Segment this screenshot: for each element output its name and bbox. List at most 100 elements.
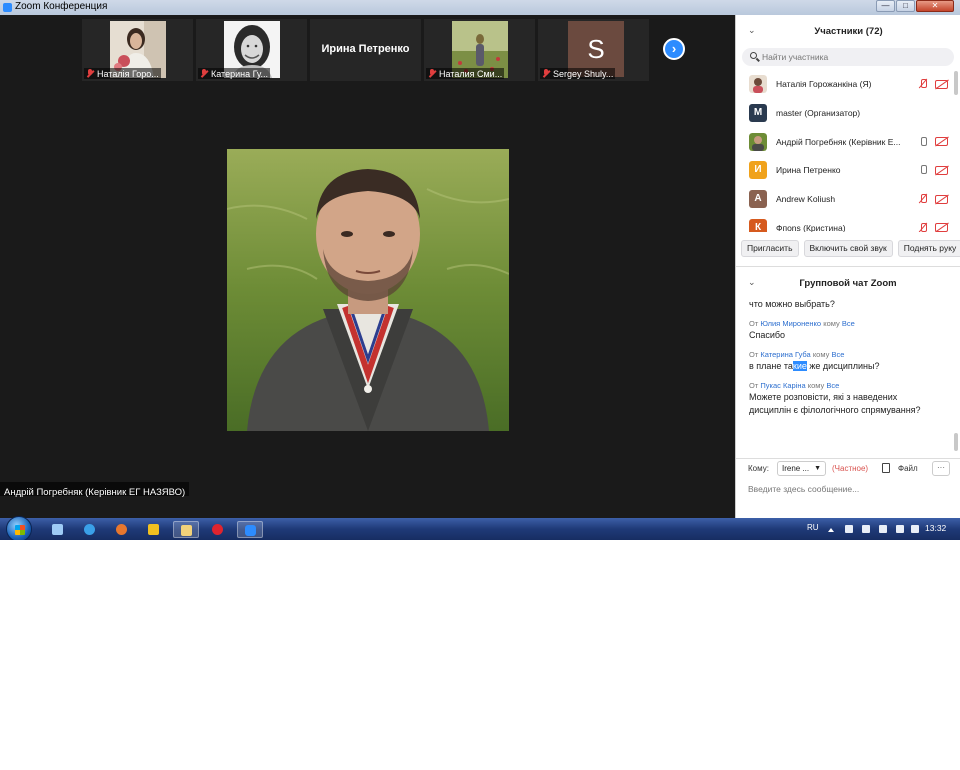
participant-row[interactable]: Наталія Горожанкіна (Я) bbox=[736, 70, 958, 99]
video-off-icon[interactable] bbox=[935, 79, 948, 89]
zoom-icon bbox=[245, 525, 256, 536]
flag-icon[interactable] bbox=[845, 525, 853, 533]
media-player-icon bbox=[148, 524, 159, 535]
video-area: Наталія Горо... Катерина Гу... Ирина Пет… bbox=[0, 15, 735, 518]
video-off-icon[interactable] bbox=[935, 137, 948, 147]
network-icon[interactable] bbox=[862, 525, 870, 533]
invite-button[interactable]: Пригласить bbox=[741, 240, 799, 257]
active-speaker-video bbox=[227, 149, 509, 431]
file-icon[interactable] bbox=[882, 463, 890, 473]
mic-muted-icon bbox=[542, 69, 550, 78]
taskbar-ie[interactable] bbox=[77, 521, 103, 538]
volume-icon[interactable] bbox=[911, 525, 919, 533]
unmute-button[interactable]: Включить свой звук bbox=[803, 240, 893, 257]
video-off-icon[interactable] bbox=[935, 223, 948, 232]
message-recipient[interactable]: Все bbox=[826, 381, 839, 390]
next-page-button[interactable]: › bbox=[663, 38, 685, 60]
message-text: Спасибо bbox=[749, 330, 786, 340]
participant-name: Фпоns (Кристина) bbox=[776, 222, 846, 232]
participant-row[interactable]: Андрій Погребняк (Керівник Е... bbox=[736, 128, 958, 157]
divider bbox=[736, 266, 960, 267]
close-button[interactable]: ✕ bbox=[916, 0, 954, 12]
video-thumbnail[interactable]: Наталія Горо... bbox=[82, 19, 193, 81]
speaker-photo bbox=[227, 149, 509, 431]
video-off-icon[interactable] bbox=[935, 165, 948, 175]
chat-message: От Пукас Каріна кому Все Можете розповіс… bbox=[736, 381, 954, 417]
minimize-button[interactable]: — bbox=[876, 0, 895, 12]
clock[interactable]: 13:32 bbox=[925, 523, 946, 533]
participants-actions: Пригласить Включить свой звук Поднять ру… bbox=[741, 240, 960, 257]
mic-muted-icon bbox=[200, 69, 208, 78]
taskbar-firefox[interactable] bbox=[109, 521, 135, 538]
video-thumbnail[interactable]: Катерина Гу... bbox=[196, 19, 307, 81]
taskbar-notepad[interactable] bbox=[45, 521, 71, 538]
participants-scrollbar[interactable] bbox=[954, 71, 958, 95]
system-tray: RU 13:32 bbox=[780, 518, 960, 540]
mic-muted-icon[interactable] bbox=[917, 193, 929, 205]
message-sender[interactable]: Юлия Мироненко bbox=[760, 319, 821, 328]
power-icon[interactable] bbox=[879, 525, 887, 533]
video-off-icon[interactable] bbox=[935, 194, 948, 204]
mic-muted-icon bbox=[428, 69, 436, 78]
search-input[interactable] bbox=[762, 50, 942, 64]
window-titlebar: Zoom Конференция — □ ✕ bbox=[0, 0, 960, 15]
avatar: M bbox=[749, 103, 767, 122]
private-label: (Частное) bbox=[832, 464, 869, 473]
message-input[interactable] bbox=[748, 482, 948, 496]
more-button[interactable]: ··· bbox=[932, 461, 950, 476]
participant-row[interactable]: И Ирина Петренко bbox=[736, 156, 958, 185]
participant-search[interactable] bbox=[742, 48, 954, 66]
message-meta: От Катерина Губа кому Все bbox=[749, 350, 845, 359]
avatar: К bbox=[749, 218, 767, 232]
message-recipient[interactable]: Все bbox=[831, 350, 844, 359]
raise-hand-button[interactable]: Поднять руку bbox=[897, 240, 960, 257]
mic-muted-icon bbox=[86, 69, 94, 78]
notepad-icon bbox=[52, 524, 63, 535]
firefox-icon bbox=[116, 524, 127, 535]
participants-title: Участники (72) bbox=[814, 26, 883, 37]
participant-name: Andrew Koliush bbox=[776, 194, 836, 205]
active-speaker-name: Андрій Погребняк (Керівник ЕГ НАЗЯВО) bbox=[4, 487, 186, 498]
participant-row[interactable]: К Фпоns (Кристина) bbox=[736, 214, 958, 232]
mic-icon[interactable] bbox=[917, 164, 929, 176]
recipient-select[interactable]: Irene ... ▼ bbox=[777, 461, 826, 476]
thumbnail-name: Катерина Гу... bbox=[211, 68, 268, 79]
message-recipient[interactable]: Все bbox=[842, 319, 855, 328]
avatar: A bbox=[749, 190, 767, 209]
mic-icon[interactable] bbox=[917, 136, 929, 148]
taskbar-media-player[interactable] bbox=[141, 521, 167, 538]
participants-header: ⌄ Участники (72) bbox=[736, 15, 960, 45]
chat-message: От Катерина Губа кому Все в плане такие … bbox=[736, 350, 954, 373]
mic-muted-icon[interactable] bbox=[917, 222, 929, 232]
start-button[interactable] bbox=[6, 516, 32, 540]
message-sender[interactable]: Пукас Каріна bbox=[760, 381, 805, 390]
message-text: в плане такие же дисциплины? bbox=[749, 361, 880, 371]
taskbar-zoom[interactable] bbox=[237, 521, 263, 538]
chat-message: что можно выбрать? bbox=[736, 298, 954, 311]
video-thumbnail[interactable]: Ирина Петренко bbox=[310, 19, 421, 81]
message-sender[interactable]: Катерина Губа bbox=[760, 350, 810, 359]
video-thumbnail[interactable]: Наталия Сми... bbox=[424, 19, 535, 81]
participant-row[interactable]: A Andrew Koliush bbox=[736, 185, 958, 214]
zoom-app-icon bbox=[3, 3, 12, 12]
video-thumbnail[interactable]: S Sergey Shuly... bbox=[538, 19, 649, 81]
participant-row[interactable]: M master (Организатор) bbox=[736, 99, 958, 128]
ie-icon bbox=[84, 524, 95, 535]
tray-expand-icon[interactable] bbox=[828, 527, 834, 532]
chat-messages: что можно выбрать? От Юлия Мироненко ком… bbox=[736, 298, 954, 458]
explorer-icon bbox=[181, 525, 192, 536]
mic-muted-icon[interactable] bbox=[917, 78, 929, 90]
avatar bbox=[749, 132, 767, 151]
file-button[interactable]: Файл bbox=[898, 464, 918, 473]
language-indicator[interactable]: RU bbox=[807, 523, 819, 532]
thumbnail-strip: Наталія Горо... Катерина Гу... Ирина Пет… bbox=[82, 19, 652, 81]
maximize-button[interactable]: □ bbox=[896, 0, 915, 12]
taskbar-explorer[interactable] bbox=[173, 521, 199, 538]
windows-taskbar: RU 13:32 bbox=[0, 516, 960, 540]
taskbar-opera[interactable] bbox=[205, 521, 231, 538]
signal-icon[interactable] bbox=[896, 525, 904, 533]
participant-name: Наталія Горожанкіна (Я) bbox=[776, 79, 872, 89]
thumbnail-name: Наталія Горо... bbox=[97, 68, 159, 79]
participant-name: Андрій Погребняк (Керівник Е... bbox=[776, 136, 901, 147]
chat-scrollbar[interactable] bbox=[954, 433, 958, 451]
